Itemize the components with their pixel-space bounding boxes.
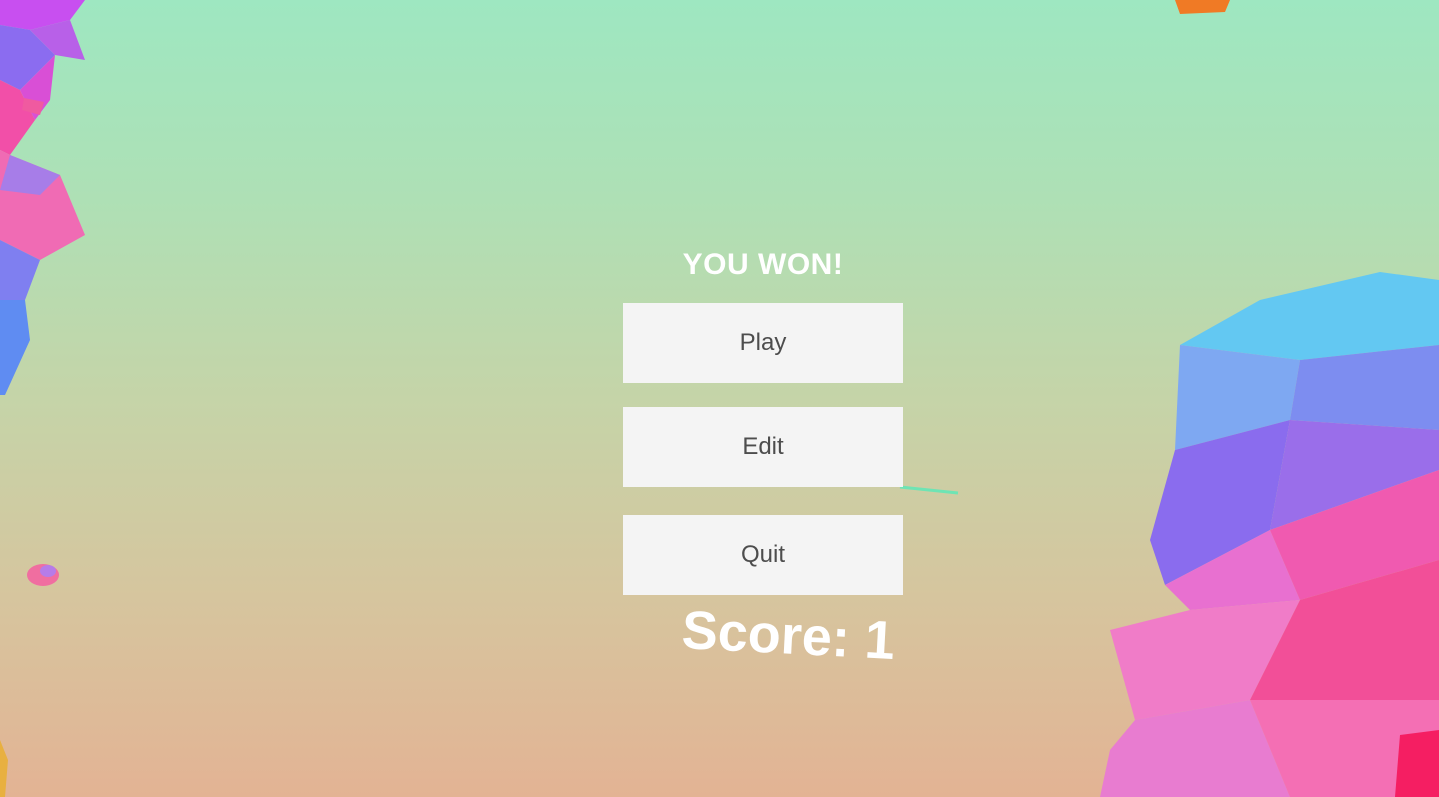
play-button[interactable]: Play	[623, 303, 903, 383]
win-title: YOU WON!	[682, 248, 844, 281]
right-rock-cluster	[1100, 272, 1439, 797]
laser-line	[899, 485, 959, 495]
game-scene-background	[0, 0, 1439, 797]
left-rock-cluster	[0, 0, 85, 797]
orange-block	[1175, 0, 1230, 14]
quit-button[interactable]: Quit	[623, 515, 903, 595]
edit-button[interactable]: Edit	[623, 407, 903, 487]
score-label: Score: 1	[680, 600, 897, 672]
